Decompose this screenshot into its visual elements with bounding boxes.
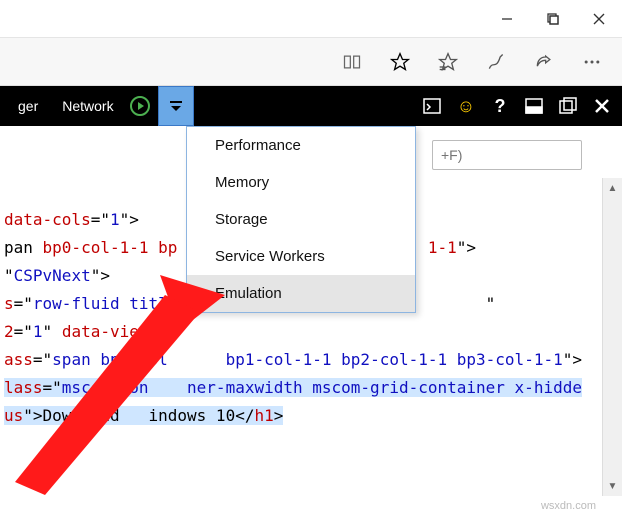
close-button[interactable]	[576, 0, 622, 38]
menu-item-storage[interactable]: Storage	[187, 201, 415, 238]
ink-pen-icon[interactable]	[486, 52, 506, 72]
code-token: data-cols	[4, 210, 91, 229]
window-titlebar	[0, 0, 622, 38]
play-icon[interactable]	[130, 96, 150, 116]
devtools-toolbar: ger Network ☺ ?	[0, 86, 622, 126]
scroll-up-arrow-icon[interactable]: ▲	[603, 178, 622, 198]
scroll-down-arrow-icon[interactable]: ▼	[603, 476, 622, 496]
minimize-button[interactable]	[484, 0, 530, 38]
find-input[interactable]	[432, 140, 582, 170]
menu-item-service-workers[interactable]: Service Workers	[187, 238, 415, 275]
undock-icon[interactable]	[558, 96, 578, 116]
help-icon[interactable]: ?	[490, 96, 510, 116]
reading-view-icon[interactable]	[342, 52, 362, 72]
more-icon[interactable]	[582, 52, 602, 72]
devtools-more-tabs-button[interactable]	[158, 86, 194, 126]
add-favorites-icon[interactable]	[438, 52, 458, 72]
share-icon[interactable]	[534, 52, 554, 72]
menu-item-emulation[interactable]: Emulation	[187, 275, 415, 312]
devtools-close-icon[interactable]	[592, 96, 612, 116]
menu-item-memory[interactable]: Memory	[187, 164, 415, 201]
devtools-tab-truncated[interactable]: ger	[6, 86, 50, 126]
console-pane-icon[interactable]	[422, 96, 442, 116]
dock-bottom-icon[interactable]	[524, 96, 544, 116]
watermark-text: wsxdn.com	[541, 500, 596, 512]
devtools-tab-network[interactable]: Network	[50, 86, 125, 126]
feedback-smiley-icon[interactable]: ☺	[456, 96, 476, 116]
maximize-button[interactable]	[530, 0, 576, 38]
devtools-overflow-menu: Performance Memory Storage Service Worke…	[186, 126, 416, 313]
menu-item-performance[interactable]: Performance	[187, 127, 415, 164]
vertical-scrollbar[interactable]: ▲ ▼	[602, 178, 622, 496]
favorite-star-icon[interactable]	[390, 52, 410, 72]
browser-toolbar	[0, 38, 622, 86]
